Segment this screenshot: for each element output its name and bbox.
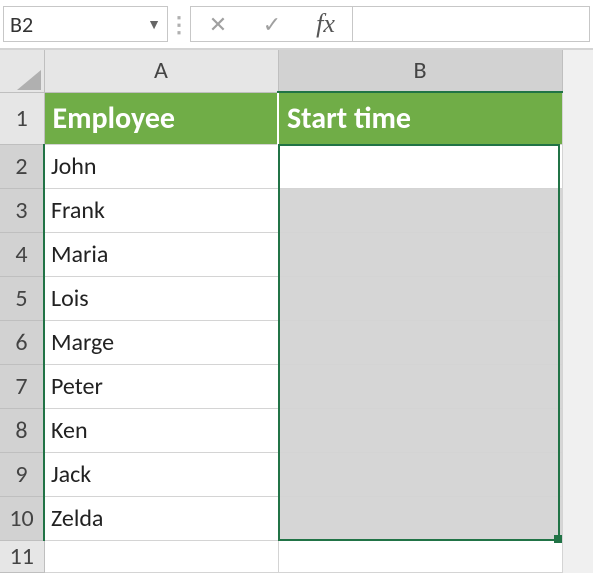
formula-bar-separator: ⋮ — [168, 11, 190, 38]
formula-buttons: ✕ ✓ fx — [190, 6, 590, 42]
cell-B8[interactable] — [278, 408, 562, 452]
cancel-icon[interactable]: ✕ — [191, 7, 245, 41]
cell-A2[interactable]: John — [44, 144, 278, 188]
name-box-value: B2 — [10, 11, 33, 38]
row-header-3[interactable]: 3 — [0, 188, 44, 232]
chevron-down-icon[interactable]: ▼ — [147, 16, 161, 33]
column-header-B[interactable]: B — [278, 50, 562, 92]
cell-A1[interactable]: Employee — [44, 92, 278, 144]
cell-B4[interactable] — [278, 232, 562, 276]
row-header-6[interactable]: 6 — [0, 320, 44, 364]
row-header-7[interactable]: 7 — [0, 364, 44, 408]
cell-B2[interactable] — [278, 144, 562, 188]
cell-A7[interactable]: Peter — [44, 364, 278, 408]
row-header-10[interactable]: 10 — [0, 496, 44, 540]
cell-B9[interactable] — [278, 452, 562, 496]
cell-B10[interactable] — [278, 496, 562, 540]
row-header-5[interactable]: 5 — [0, 276, 44, 320]
cell-B1[interactable]: Start time — [278, 92, 562, 144]
column-header-A[interactable]: A — [44, 50, 278, 92]
row-header-2[interactable]: 2 — [0, 144, 44, 188]
cell-A6[interactable]: Marge — [44, 320, 278, 364]
cell-B5[interactable] — [278, 276, 562, 320]
cell-A3[interactable]: Frank — [44, 188, 278, 232]
cell-B7[interactable] — [278, 364, 562, 408]
insert-function-button[interactable]: fx — [299, 7, 353, 41]
cell-B11[interactable] — [278, 540, 562, 572]
cell-A5[interactable]: Lois — [44, 276, 278, 320]
cell-A10[interactable]: Zelda — [44, 496, 278, 540]
spreadsheet-grid[interactable]: A B 1 Employee Start time 2 John 3 Frank… — [0, 50, 593, 573]
row-header-11[interactable]: 11 — [0, 540, 44, 572]
cell-A4[interactable]: Maria — [44, 232, 278, 276]
row-header-1[interactable]: 1 — [0, 92, 44, 144]
formula-bar: B2 ▼ ⋮ ✕ ✓ fx — [0, 0, 593, 50]
row-header-4[interactable]: 4 — [0, 232, 44, 276]
cell-B3[interactable] — [278, 188, 562, 232]
cell-A9[interactable]: Jack — [44, 452, 278, 496]
name-box[interactable]: B2 ▼ — [3, 6, 168, 42]
row-header-9[interactable]: 9 — [0, 452, 44, 496]
formula-input[interactable] — [353, 7, 589, 41]
cell-A8[interactable]: Ken — [44, 408, 278, 452]
enter-icon[interactable]: ✓ — [245, 7, 299, 41]
cell-B6[interactable] — [278, 320, 562, 364]
row-header-8[interactable]: 8 — [0, 408, 44, 452]
select-all-corner[interactable] — [0, 50, 44, 92]
cell-A11[interactable] — [44, 540, 278, 572]
